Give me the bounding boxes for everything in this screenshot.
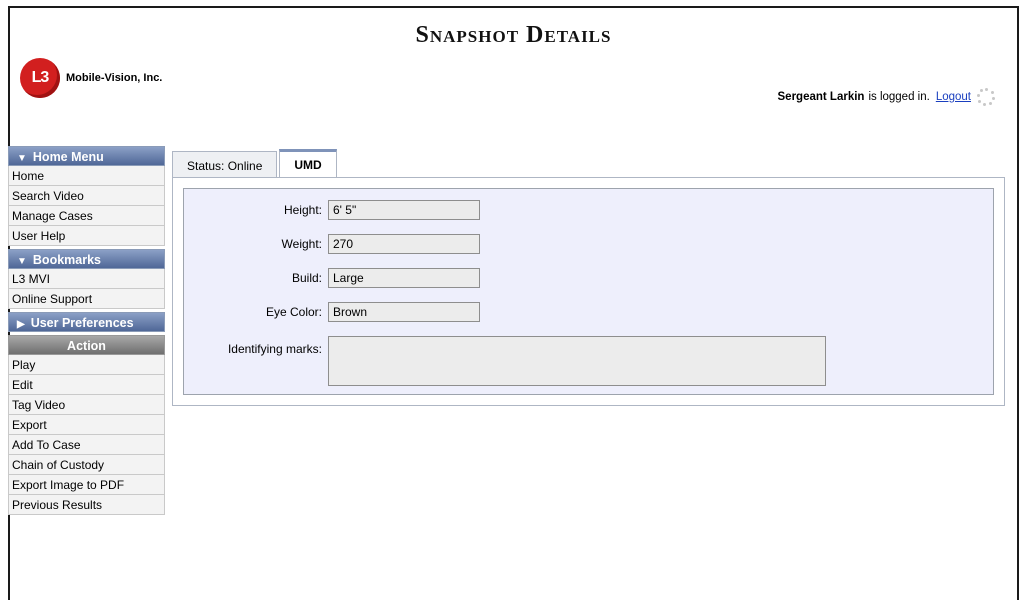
height-row: Height: 6' 5" [184, 200, 480, 220]
page-title: Snapshot Details [415, 22, 612, 48]
home-menu-header[interactable]: ▼ Home Menu [8, 146, 165, 166]
tab-status-online[interactable]: Status: Online [172, 151, 278, 177]
weight-label: Weight: [281, 237, 322, 251]
sidebar-item-search-video[interactable]: Search Video [8, 186, 165, 206]
sidebar: ▼ Home Menu Home Search Video Manage Case… [8, 146, 165, 515]
action-edit[interactable]: Edit [8, 375, 165, 395]
action-export-image-to-pdf[interactable]: Export Image to PDF [8, 475, 165, 495]
action-previous-results[interactable]: Previous Results [8, 495, 165, 515]
action-chain-of-custody[interactable]: Chain of Custody [8, 455, 165, 475]
weight-field[interactable]: 270 [328, 234, 480, 254]
sidebar-item-online-support[interactable]: Online Support [8, 289, 165, 309]
umd-form: Height: 6' 5" Weight: 270 Build: Large E… [183, 188, 994, 395]
weight-row: Weight: 270 [184, 234, 480, 254]
tab-panel: Height: 6' 5" Weight: 270 Build: Large E… [172, 177, 1005, 406]
sidebar-item-home[interactable]: Home [8, 166, 165, 186]
user-name: Sergeant Larkin [777, 91, 865, 103]
triangle-right-icon: ▶ [17, 319, 25, 330]
tab-umd[interactable]: UMD [279, 149, 337, 177]
build-row: Build: Large [184, 268, 480, 288]
spinner-icon [977, 88, 995, 106]
identifying-marks-field[interactable] [328, 336, 826, 386]
user-preferences-header[interactable]: ▶ User Preferences [8, 312, 165, 332]
build-label: Build: [291, 271, 322, 285]
eye-color-field[interactable]: Brown [328, 302, 480, 322]
l3-logo-icon: L3 [20, 58, 60, 98]
eye-color-label: Eye Color: [265, 305, 322, 319]
eye-color-row: Eye Color: Brown [184, 302, 480, 322]
build-field[interactable]: Large [328, 268, 480, 288]
identifying-marks-row: Identifying marks: [184, 336, 826, 386]
sidebar-item-l3-mvi[interactable]: L3 MVI [8, 269, 165, 289]
action-export[interactable]: Export [8, 415, 165, 435]
company-logo: L3 Mobile-Vision, Inc. [20, 58, 162, 98]
login-status-text: is logged in. [868, 91, 930, 103]
height-field[interactable]: 6' 5" [328, 200, 480, 220]
tab-bar: Status: Online UMD [172, 149, 339, 177]
action-play[interactable]: Play [8, 355, 165, 375]
sidebar-item-manage-cases[interactable]: Manage Cases [8, 206, 165, 226]
user-status: Sergeant Larkin is logged in. Logout [778, 88, 995, 106]
action-add-to-case[interactable]: Add To Case [8, 435, 165, 455]
company-name: Mobile-Vision, Inc. [66, 72, 163, 84]
logout-link[interactable]: Logout [936, 91, 971, 103]
action-tag-video[interactable]: Tag Video [8, 395, 165, 415]
height-label: Height: [283, 203, 322, 217]
identifying-marks-label: Identifying marks: [227, 342, 322, 356]
sidebar-item-user-help[interactable]: User Help [8, 226, 165, 246]
bookmarks-header[interactable]: ▼ Bookmarks [8, 249, 165, 269]
action-header: Action [8, 335, 165, 355]
